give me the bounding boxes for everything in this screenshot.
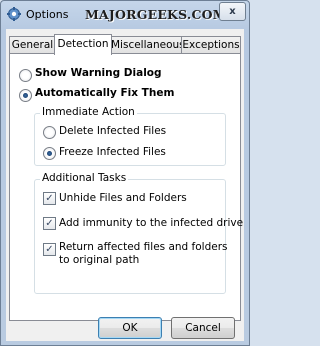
checkmark-icon: ✓ — [45, 193, 54, 204]
auto-fix-label[interactable]: Automatically Fix Them — [35, 87, 174, 99]
tab-exceptions[interactable]: Exceptions — [181, 36, 241, 54]
return-files-label-line2[interactable]: to original path — [59, 254, 139, 266]
unhide-files-label[interactable]: Unhide Files and Folders — [59, 192, 187, 204]
additional-tasks-title: Additional Tasks — [40, 172, 129, 184]
show-warning-radio[interactable] — [19, 69, 32, 82]
checkmark-icon: ✓ — [45, 244, 54, 255]
return-files-checkbox[interactable]: ✓ — [43, 243, 56, 256]
delete-infected-label[interactable]: Delete Infected Files — [59, 125, 166, 137]
delete-infected-radio[interactable] — [43, 126, 56, 139]
freeze-infected-radio[interactable] — [43, 147, 56, 160]
cancel-button[interactable]: Cancel — [171, 317, 235, 339]
tab-detection[interactable]: Detection — [54, 34, 112, 55]
immediate-action-title: Immediate Action — [40, 106, 137, 118]
tab-miscellaneous[interactable]: Miscellaneous — [110, 36, 185, 54]
close-icon: x — [229, 6, 236, 17]
unhide-files-checkbox[interactable]: ✓ — [43, 192, 56, 205]
additional-tasks-group: Additional Tasks ✓ Unhide Files and Fold… — [34, 172, 243, 294]
checkmark-icon: ✓ — [45, 218, 54, 229]
dialog-client-area: General Detection Miscellaneous Exceptio… — [6, 29, 244, 341]
title-bar[interactable]: Options MAJORGEEKS.COM x — [1, 1, 249, 29]
auto-fix-radio[interactable] — [19, 89, 32, 102]
ok-button[interactable]: OK — [98, 317, 162, 339]
immediate-action-group: Immediate Action Delete Infected Files F… — [34, 106, 226, 166]
return-files-label-line1[interactable]: Return affected files and folders — [59, 241, 228, 253]
options-gear-icon — [7, 7, 21, 21]
show-warning-label[interactable]: Show Warning Dialog — [35, 67, 162, 79]
add-immunity-checkbox[interactable]: ✓ — [43, 217, 56, 230]
watermark-logo: MAJORGEEKS.COM — [85, 7, 227, 22]
freeze-infected-label[interactable]: Freeze Infected Files — [59, 146, 166, 158]
detection-panel: Show Warning Dialog Automatically Fix Th… — [9, 53, 243, 321]
window-title: Options — [26, 8, 69, 21]
tab-strip: General Detection Miscellaneous Exceptio… — [6, 34, 244, 55]
tab-general[interactable]: General — [9, 36, 56, 54]
options-window: Options MAJORGEEKS.COM x General Detecti… — [0, 0, 250, 346]
add-immunity-label[interactable]: Add immunity to the infected drive — [59, 217, 243, 229]
close-button[interactable]: x — [219, 2, 246, 21]
